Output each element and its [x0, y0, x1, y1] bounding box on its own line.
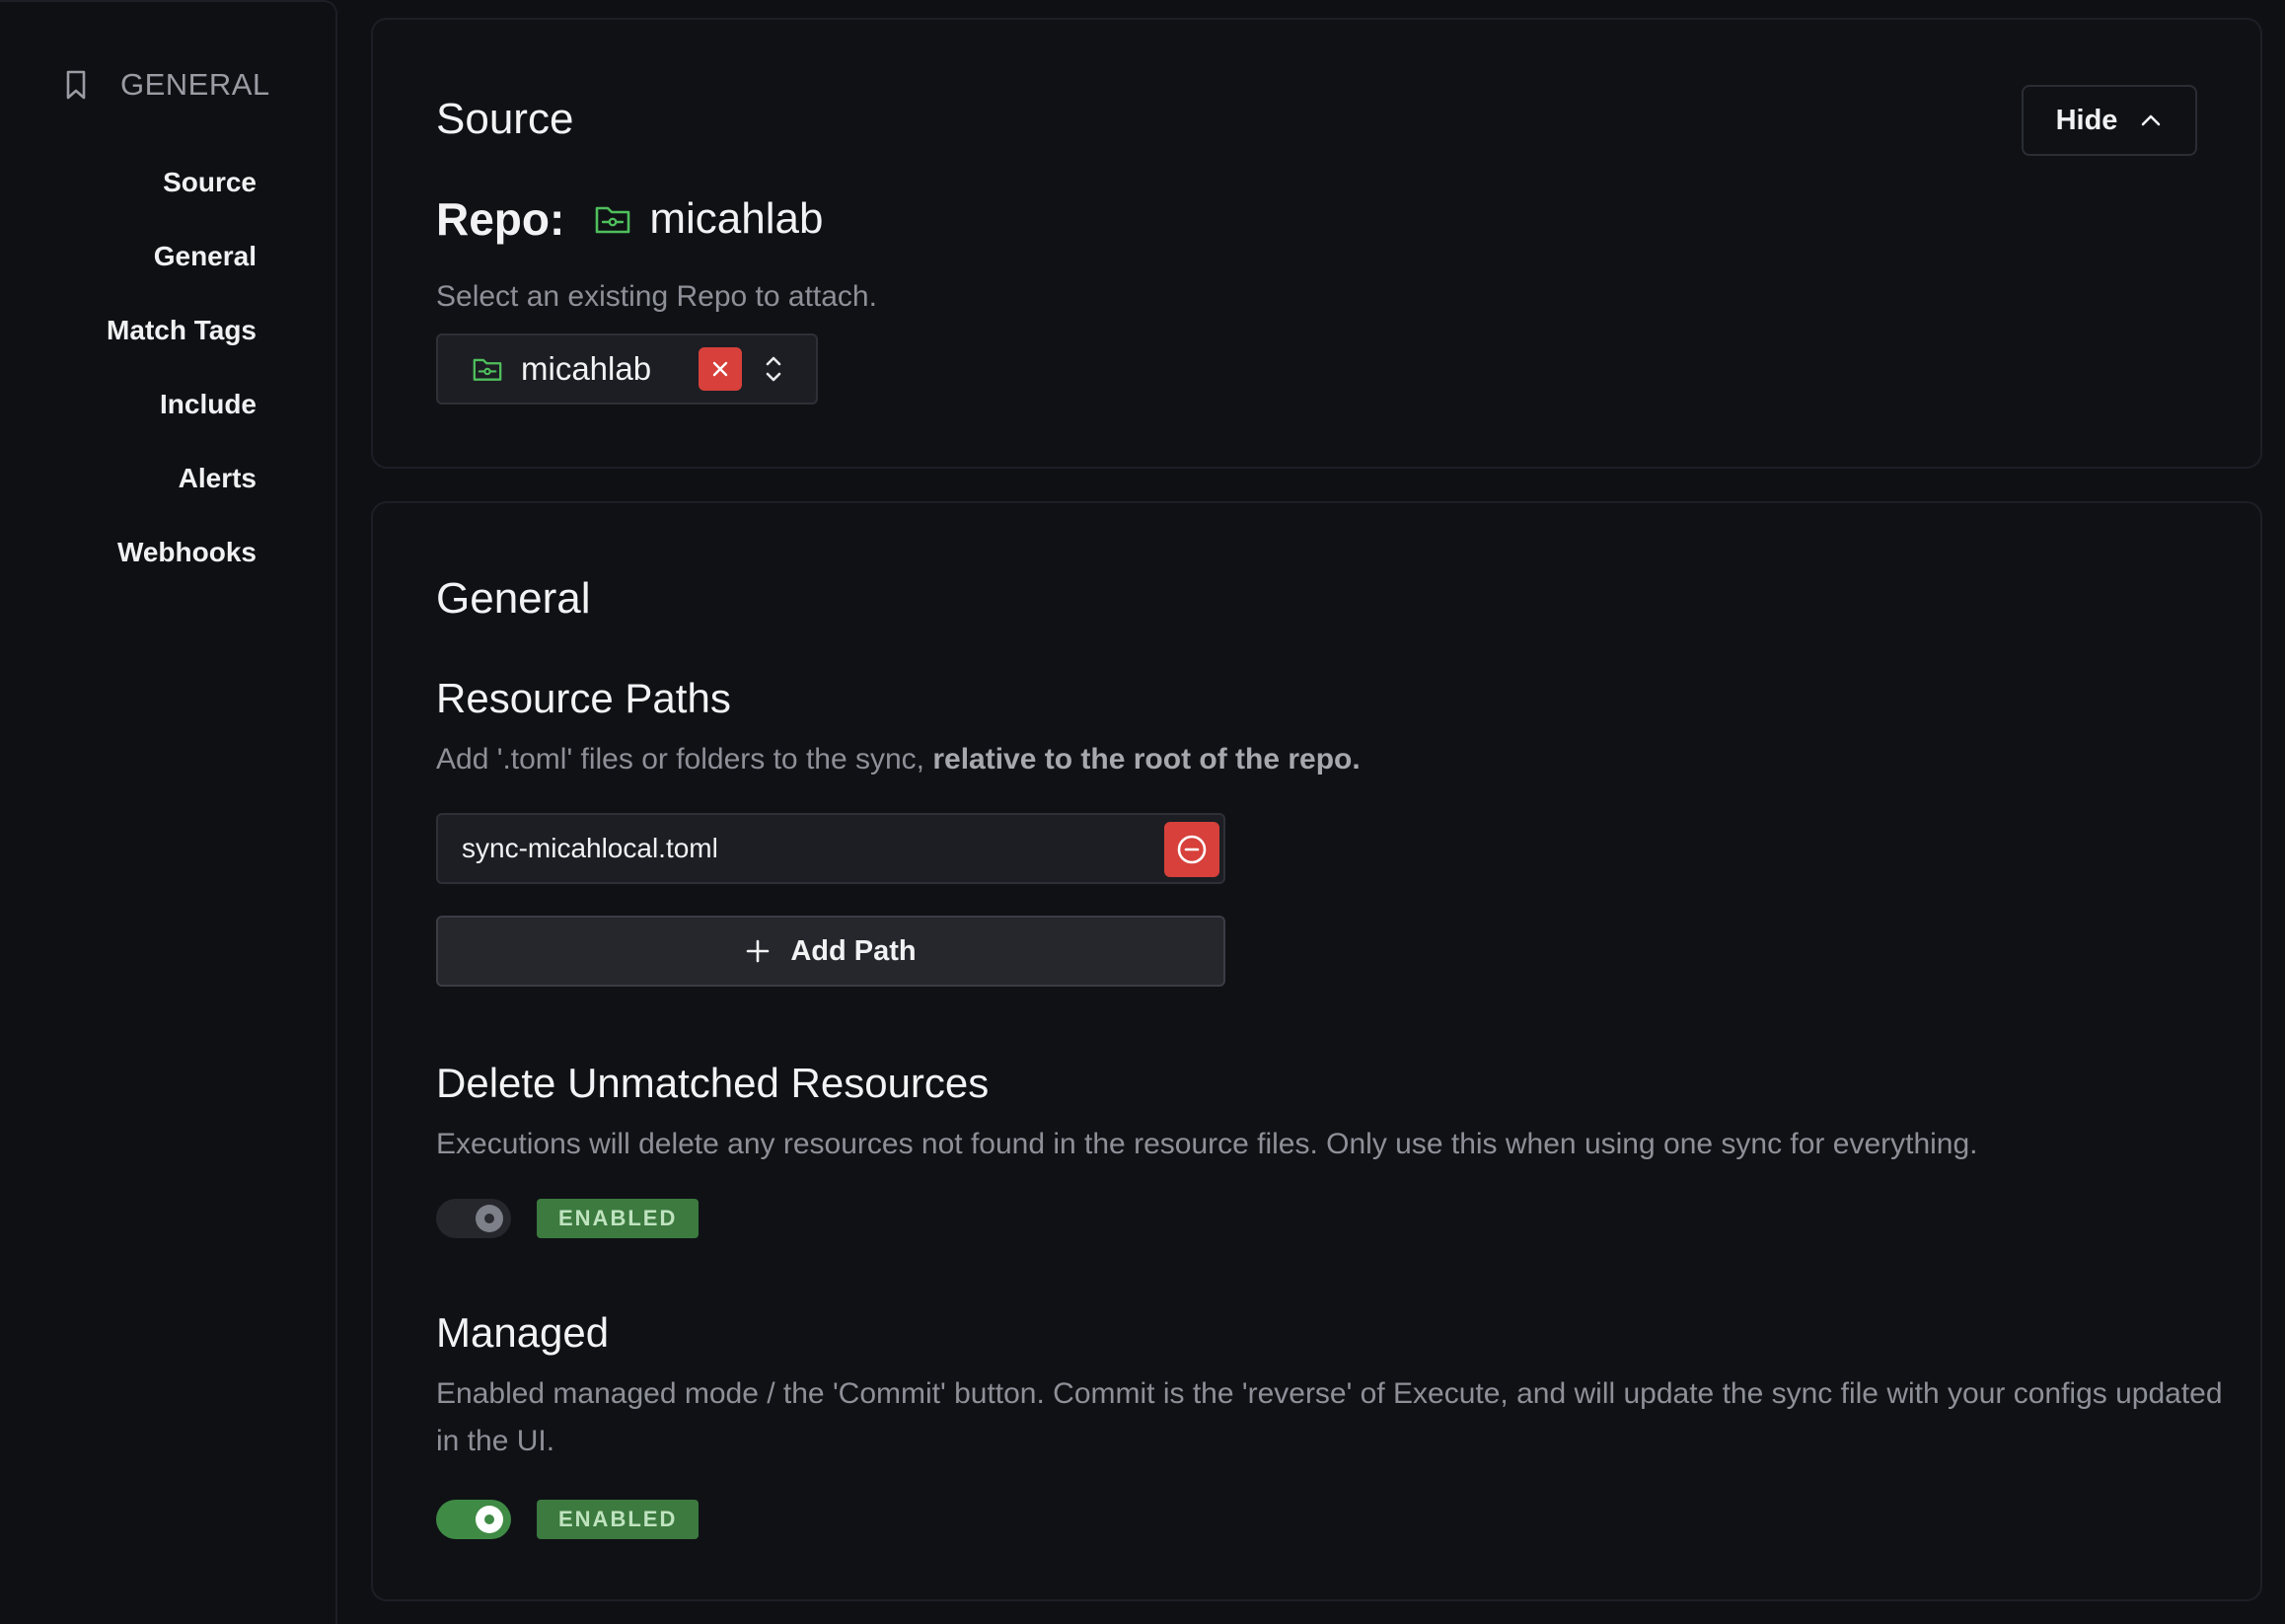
delete-unmatched-toggle[interactable]: [436, 1199, 511, 1238]
resource-paths-title: Resource Paths: [436, 675, 731, 721]
selected-repo: micahlab: [521, 350, 652, 387]
bookmark-icon: [61, 68, 91, 102]
hide-button-label: Hide: [2055, 104, 2118, 136]
source-title: Source: [436, 95, 574, 143]
source-card: Source Hide Repo: micahlab Select an exi…: [371, 18, 2262, 469]
resource-path-input[interactable]: [438, 815, 1158, 882]
delete-unmatched-title: Delete Unmatched Resources: [436, 1060, 990, 1106]
toggle-knob: [476, 1205, 503, 1232]
general-title: General: [436, 574, 591, 623]
resource-paths-description-emphasis: relative to the root of the repo.: [932, 743, 1361, 775]
plus-icon: [745, 938, 771, 964]
chevron-up-icon: [2139, 112, 2163, 128]
folder-git-icon: [472, 355, 503, 383]
sidebar-nav: Source General Match Tags Include Alerts…: [20, 145, 257, 589]
sidebar-title: GENERAL: [120, 67, 270, 102]
managed-toggle-row: ENABLED: [436, 1500, 700, 1539]
managed-description: Enabled managed mode / the 'Commit' butt…: [436, 1377, 2223, 1457]
managed-title: Managed: [436, 1309, 610, 1356]
toggle-knob: [476, 1506, 503, 1533]
repo-name: micahlab: [649, 194, 824, 243]
sidebar-item-source[interactable]: Source: [163, 145, 257, 219]
clear-repo-button[interactable]: [699, 347, 742, 391]
sidebar-item-general[interactable]: General: [154, 219, 257, 293]
minus-circle-icon: [1175, 833, 1209, 866]
add-path-button[interactable]: Add Path: [436, 916, 1225, 987]
hide-button[interactable]: Hide: [2022, 85, 2197, 156]
close-icon: [710, 359, 730, 379]
remove-path-button[interactable]: [1164, 822, 1219, 877]
repo-selector[interactable]: micahlab: [436, 333, 818, 405]
sidebar-item-match-tags[interactable]: Match Tags: [107, 293, 257, 367]
delete-unmatched-description: Executions will delete any resources not…: [436, 1128, 1978, 1160]
resource-path-row: [436, 813, 1225, 884]
repo-description: Select an existing Repo to attach.: [436, 280, 877, 313]
repo-heading: Repo: micahlab: [436, 192, 823, 246]
sidebar-item-webhooks[interactable]: Webhooks: [117, 515, 257, 589]
sidebar-header: GENERAL: [61, 67, 270, 103]
resource-paths-description-text: Add '.toml' files or folders to the sync…: [436, 743, 933, 775]
repo-label: Repo:: [436, 193, 565, 245]
sidebar-item-include[interactable]: Include: [160, 367, 257, 441]
folder-git-icon: [594, 202, 631, 236]
managed-badge: ENABLED: [537, 1500, 700, 1539]
sidebar: GENERAL Source General Match Tags Includ…: [0, 0, 337, 1624]
delete-unmatched-toggle-row: ENABLED: [436, 1199, 700, 1238]
chevron-up-down-icon[interactable]: [764, 353, 783, 385]
add-path-label: Add Path: [790, 934, 917, 967]
managed-toggle[interactable]: [436, 1500, 511, 1539]
delete-unmatched-badge: ENABLED: [537, 1199, 700, 1238]
general-card: General Resource Paths Add '.toml' files…: [371, 501, 2262, 1601]
sidebar-item-alerts[interactable]: Alerts: [179, 441, 257, 515]
resource-paths-description: Add '.toml' files or folders to the sync…: [436, 736, 1361, 783]
